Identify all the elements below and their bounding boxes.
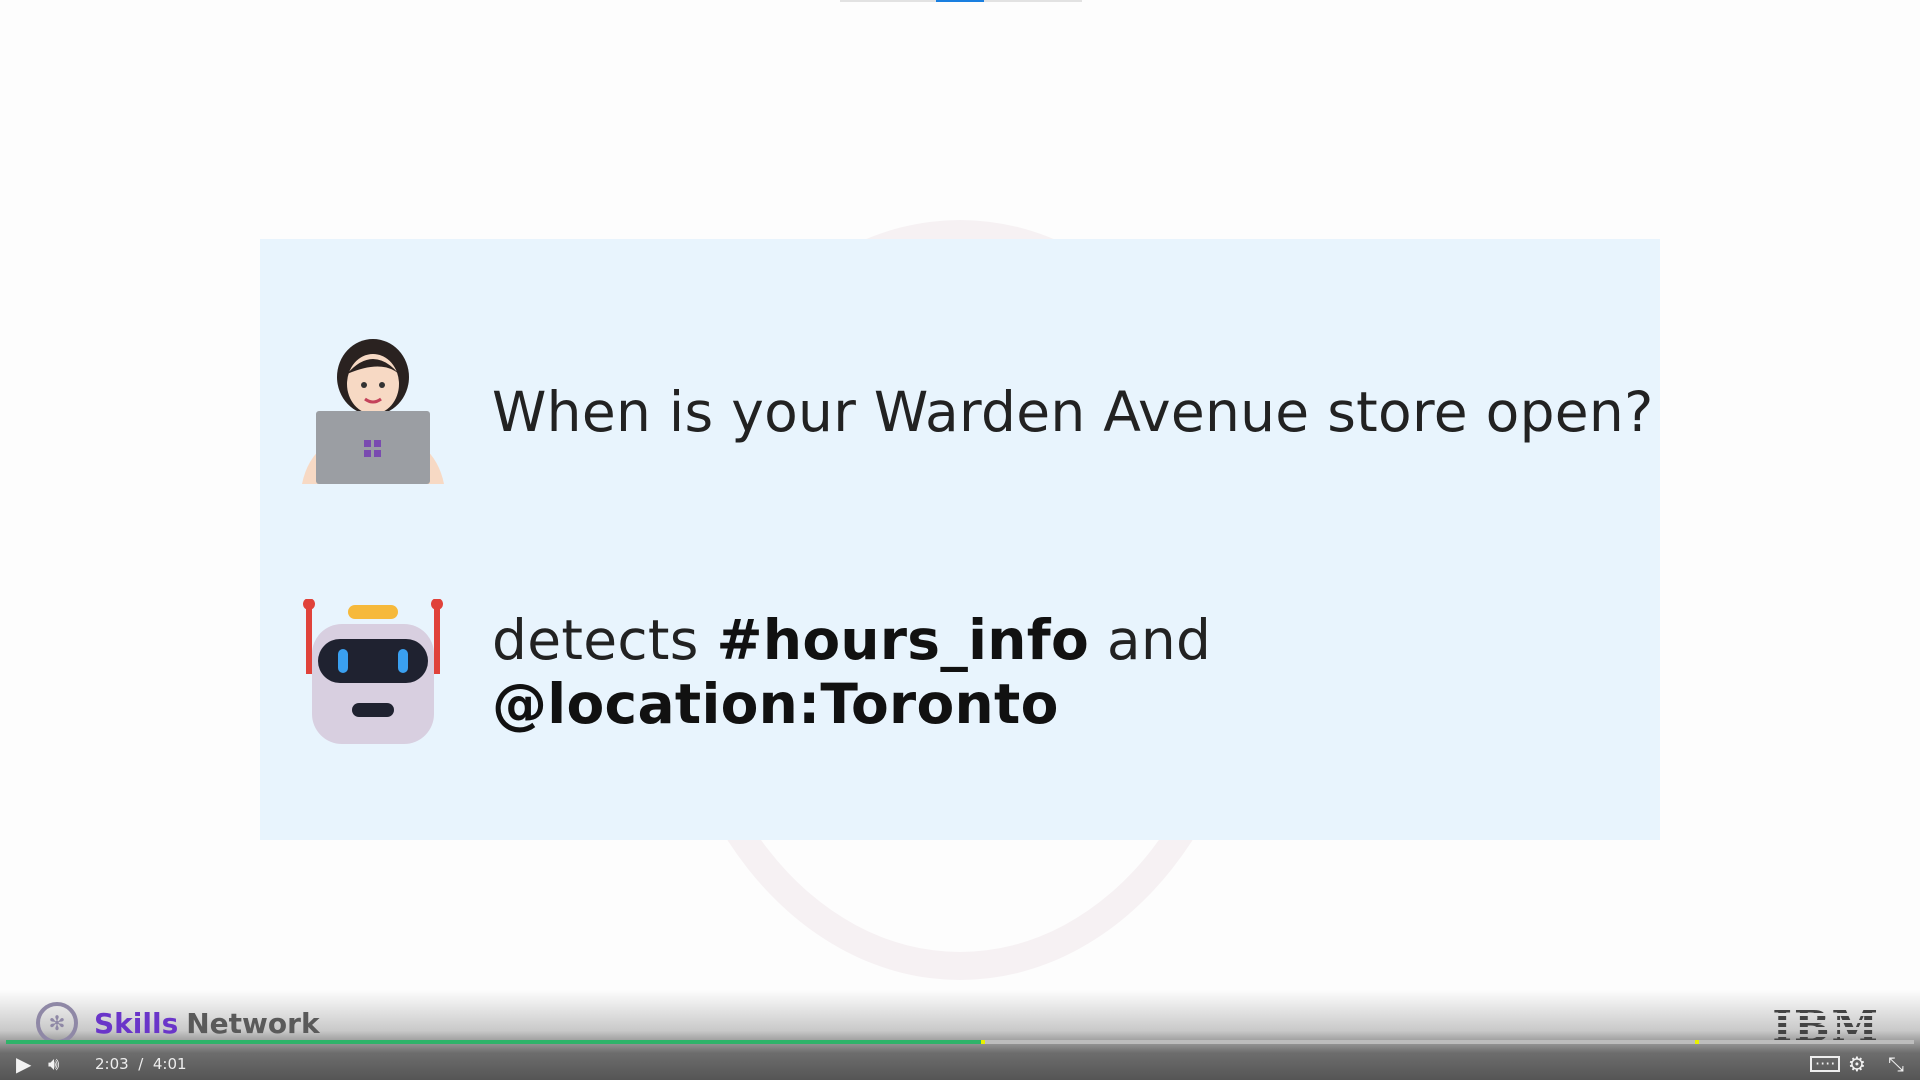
player-controls: ▶ 🔊︎ 2:03 / 4:01 ···· ⚙ ⤡: [0, 1048, 1920, 1080]
brand-skills: Skills: [94, 1006, 179, 1040]
progress-played: [6, 1040, 981, 1044]
entity-label: @location:Toronto: [492, 671, 1059, 736]
and-label: and: [1089, 607, 1212, 672]
play-icon[interactable]: ▶: [16, 1052, 31, 1076]
duration: 4:01: [152, 1055, 187, 1073]
exit-fullscreen-icon[interactable]: ⤡: [1888, 1052, 1904, 1076]
user-row: When is your Warden Avenue store open?: [302, 339, 1654, 484]
captions-icon[interactable]: ····: [1810, 1056, 1841, 1072]
current-time: 2:03: [95, 1055, 129, 1073]
time-separator: /: [138, 1055, 144, 1073]
bot-detection: detects #hours_info and @location:Toront…: [492, 608, 1660, 736]
top-tab-indicator: [840, 0, 1082, 2]
robot-icon: [302, 598, 444, 744]
brand-network: Network: [186, 1006, 320, 1040]
settings-gear-icon[interactable]: ⚙: [1848, 1052, 1866, 1076]
woman-laptop-icon: [302, 339, 444, 484]
intent-label: #hours_info: [716, 607, 1090, 672]
tree-logo-icon: ✻: [36, 1002, 78, 1044]
progress-bar[interactable]: [6, 1040, 1914, 1044]
detects-label: detects: [492, 607, 717, 672]
bot-row: detects #hours_info and @location:Toront…: [302, 598, 1660, 744]
time-display: 2:03 / 4:01: [95, 1055, 187, 1073]
user-message: When is your Warden Avenue store open?: [492, 379, 1654, 444]
volume-icon[interactable]: 🔊︎: [48, 1054, 59, 1075]
skills-network-logo: ✻ Skills Network: [36, 1002, 320, 1044]
chapter-marker: [980, 1040, 985, 1044]
slide-panel: When is your Warden Avenue store open? d…: [260, 239, 1660, 840]
active-tab-indicator: [936, 0, 984, 2]
chapter-marker: [1694, 1040, 1699, 1044]
